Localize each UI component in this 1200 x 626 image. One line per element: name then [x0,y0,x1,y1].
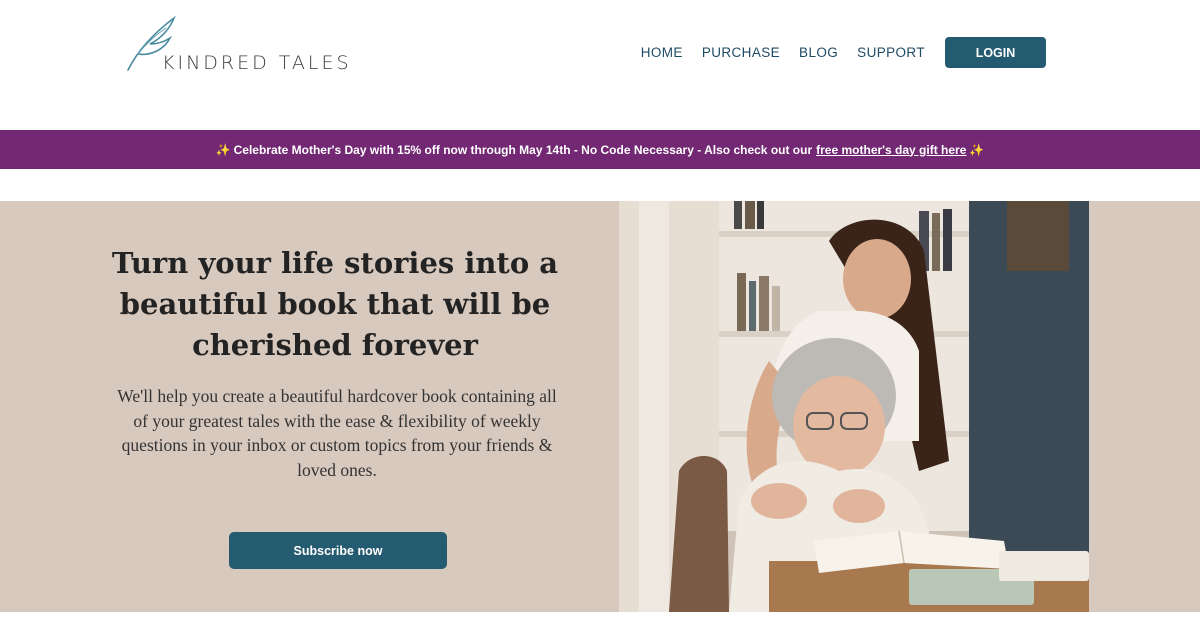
logo-text: KINDRED TALES [162,52,352,74]
sparkle-icon: ✨ [215,142,231,157]
hero-photo-illustration [619,201,1089,612]
hero-title: Turn your life stories into a beautiful … [111,246,559,362]
nav-home[interactable]: HOME [641,45,683,60]
subscribe-button[interactable]: Subscribe now [229,532,447,569]
page-bottom [0,612,1200,626]
nav-purchase[interactable]: PURCHASE [702,45,780,60]
promo-gift-link[interactable]: free mother's day gift here [816,143,966,157]
hero-section: Turn your life stories into a beautiful … [0,201,1200,612]
nav-blog[interactable]: BLOG [799,45,838,60]
promo-text: Celebrate Mother's Day with 15% off now … [233,142,813,157]
promo-banner: ✨ Celebrate Mother's Day with 15% off no… [0,130,1200,169]
main-nav: HOME PURCHASE BLOG SUPPORT LOGIN [641,37,1046,68]
login-button[interactable]: LOGIN [945,37,1046,68]
hero-description: We'll help you create a beautiful hardco… [117,386,557,480]
nav-support[interactable]: SUPPORT [857,45,925,60]
hero-photo [619,201,1089,612]
sparkle-icon: ✨ [969,142,985,157]
logo[interactable]: KINDRED TALES [124,14,364,74]
site-header: KINDRED TALES HOME PURCHASE BLOG SUPPORT… [0,0,1200,130]
